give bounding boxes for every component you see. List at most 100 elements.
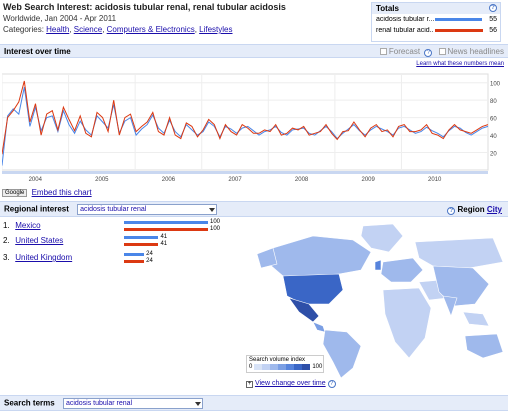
x-tick-label: 2005 [95, 177, 109, 183]
search-terms-header: Search terms acidosis tubular renal [0, 395, 508, 411]
categories-label: Categories: [3, 25, 44, 34]
map-region-alaska [256, 247, 278, 269]
chart-scrollbar [2, 171, 488, 174]
help-icon[interactable]: ? [447, 207, 456, 215]
x-tick-label: 2008 [295, 177, 309, 183]
y-tick-label: 20 [490, 152, 497, 158]
map-region-se-asia [462, 311, 490, 327]
legend-scale: 0 100 [249, 364, 323, 370]
region-bar-term1 [124, 236, 159, 239]
category-link-computers[interactable]: Computers & Electronics [107, 25, 195, 34]
regional-interest-title: Regional interest [4, 204, 69, 214]
map-region-south-america [322, 329, 362, 378]
google-logo: Google [2, 188, 28, 197]
region-value-term1: 100 [210, 219, 221, 225]
x-tick-label: 2004 [29, 177, 43, 183]
legend-min: 0 [249, 364, 253, 370]
legend-swatches [254, 364, 311, 370]
totals-row-value: 55 [489, 16, 497, 23]
map-region-central-america [312, 321, 326, 333]
region-value-term1: 24 [146, 251, 153, 257]
category-link-science[interactable]: Science [74, 25, 102, 34]
category-link-health[interactable]: Health [46, 25, 69, 34]
region-link[interactable]: Mexico [15, 221, 40, 230]
embed-row: Google Embed this chart [2, 188, 92, 197]
help-icon[interactable]: ? [327, 380, 336, 388]
region-rank: 2. [3, 236, 10, 245]
embed-chart-link[interactable]: Embed this chart [32, 188, 92, 197]
region-value-term2: 24 [146, 258, 153, 264]
region-bar-term1 [124, 253, 145, 256]
interest-over-time-title: Interest over time [4, 47, 71, 56]
x-tick-label: 2007 [228, 177, 242, 183]
totals-box: Totals ? acidosis tubular r... 55 renal … [371, 2, 501, 42]
region-city-toggle: ? Region City [447, 205, 502, 215]
map-legend: Search volume index 0 100 [246, 355, 324, 373]
news-headlines-label: News headlines [447, 47, 504, 56]
chart-plot-area [2, 73, 489, 171]
interest-chart: 20 40 60 80 100 2004 2005 2006 2007 2008 2009 2010 [2, 73, 501, 183]
list-item: 3. United Kingdom [3, 253, 72, 262]
interest-over-time-header: Interest over time Forecast ? News headl… [0, 44, 508, 58]
city-link[interactable]: City [487, 205, 502, 214]
legend-swatch [254, 364, 263, 370]
legend-title: Search volume index [249, 357, 306, 363]
list-item: 1. Mexico [3, 221, 41, 230]
chevron-down-icon [209, 208, 216, 212]
totals-row-label: renal tubular acid... [376, 27, 434, 34]
region-value-term1: 41 [160, 234, 168, 240]
y-tick-label: 40 [490, 134, 497, 140]
view-change-link[interactable]: View change over time [255, 380, 326, 387]
chart-options: Forecast ? News headlines [379, 47, 504, 57]
region-value-term2: 100 [210, 226, 221, 232]
search-terms-select[interactable]: acidosis tubular renal [62, 398, 203, 409]
view-change-row: + View change over time ? [246, 380, 336, 388]
news-headlines-checkbox[interactable] [438, 48, 446, 56]
page-title: Web Search Interest: acidosis tubular re… [3, 2, 286, 12]
totals-row: acidosis tubular r... 55 [372, 14, 500, 25]
region-bar-term2 [124, 243, 159, 246]
region-value-term2: 41 [160, 241, 168, 247]
legend-swatch [294, 364, 303, 370]
legend-max: 100 [312, 364, 323, 370]
category-link-lifestyles[interactable]: Lifestyles [199, 25, 232, 34]
legend-swatch [262, 364, 271, 370]
region-bar-term2 [124, 260, 145, 263]
map-region-europe [380, 257, 424, 283]
help-icon[interactable]: ? [424, 49, 433, 57]
regional-term-value: acidosis tubular renal [80, 206, 147, 213]
help-icon[interactable]: ? [489, 4, 497, 12]
expand-icon[interactable]: + [246, 381, 253, 388]
region-bar-term1 [124, 221, 208, 224]
map-region-uk [374, 259, 382, 271]
legend-swatch [270, 364, 279, 370]
region-label[interactable]: Region [458, 205, 485, 214]
forecast-label: Forecast [388, 47, 421, 56]
map-region-asia [432, 265, 490, 307]
list-item: 2. United States [3, 236, 63, 245]
chevron-down-icon [194, 402, 201, 406]
page-subtitle: Worldwide, Jan 2004 - Apr 2011 [3, 14, 117, 23]
categories: Categories: Health, Science, Computers &… [3, 25, 233, 34]
y-tick-label: 80 [490, 99, 497, 105]
region-rank: 3. [3, 253, 10, 262]
world-map[interactable] [243, 218, 505, 378]
region-link[interactable]: United Kingdom [15, 253, 72, 262]
x-tick-label: 2009 [361, 177, 375, 183]
map-region-canada [268, 235, 372, 279]
y-tick-label: 60 [490, 117, 497, 123]
learn-numbers-link[interactable]: Learn what these numbers mean [416, 61, 504, 67]
totals-title: Totals [376, 4, 399, 13]
forecast-checkbox[interactable] [379, 48, 387, 56]
region-link[interactable]: United States [15, 236, 63, 245]
legend-swatch [302, 364, 311, 370]
totals-bar [435, 18, 482, 21]
regional-term-select[interactable]: acidosis tubular renal [77, 204, 218, 215]
x-tick-label: 2010 [428, 177, 442, 183]
legend-swatch [286, 364, 295, 370]
region-rank: 1. [3, 221, 10, 230]
totals-bar [435, 29, 483, 32]
map-region-africa [382, 287, 432, 359]
x-tick-label: 2006 [162, 177, 176, 183]
map-region-australia [464, 333, 504, 359]
